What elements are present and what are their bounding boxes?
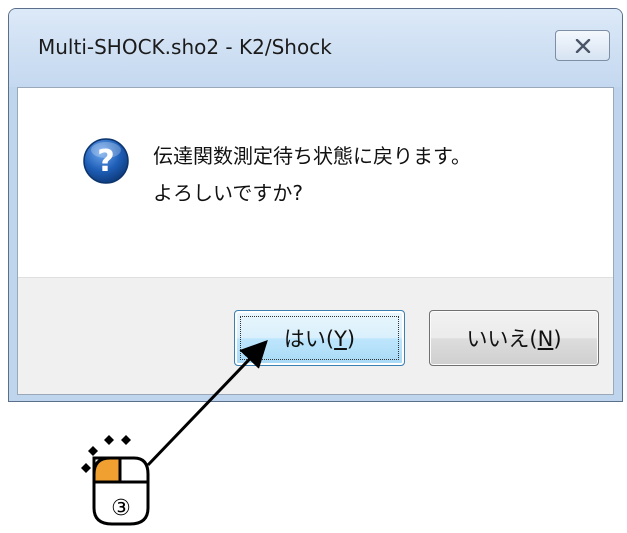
message-line-2: よろしいですか? — [153, 181, 304, 205]
yes-button[interactable]: はい(Y) — [234, 310, 405, 366]
svg-text:?: ? — [97, 144, 114, 179]
message-line-1: 伝達関数測定待ち状態に戻ります。 — [153, 144, 471, 168]
no-button[interactable]: いいえ(N) — [429, 310, 599, 366]
mouse-left-click-icon — [81, 435, 150, 526]
button-bar: はい(Y) いいえ(N) — [18, 277, 613, 394]
window-title: Multi-SHOCK.sho2 - K2/Shock — [38, 35, 332, 59]
dialog-window: Multi-SHOCK.sho2 - K2/Shock ? 伝達関数測定待ち状態… — [8, 8, 623, 402]
message-area: ? 伝達関数測定待ち状態に戻ります。 よろしいですか? — [18, 88, 613, 277]
yes-button-label: はい(Y) — [283, 327, 356, 351]
dialog-body: ? 伝達関数測定待ち状態に戻ります。 よろしいですか? はい(Y) いいえ(N) — [17, 87, 614, 395]
no-button-label: いいえ(N) — [466, 327, 562, 351]
question-icon: ? — [83, 138, 129, 184]
close-button[interactable] — [555, 30, 610, 61]
title-bar[interactable]: Multi-SHOCK.sho2 - K2/Shock — [9, 9, 622, 87]
step-number: ③ — [111, 496, 131, 521]
close-icon — [575, 38, 590, 53]
